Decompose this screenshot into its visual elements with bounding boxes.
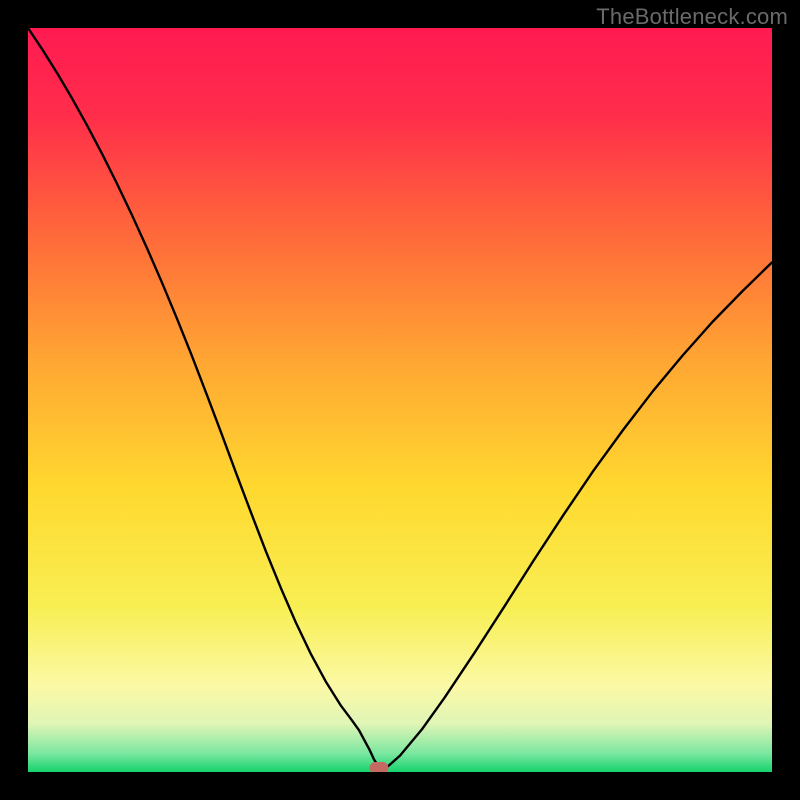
chart-background [28,28,772,772]
min-marker [370,762,389,772]
watermark-text: TheBottleneck.com [596,4,788,30]
chart-svg [28,28,772,772]
chart-frame: TheBottleneck.com [0,0,800,800]
plot-area [28,28,772,772]
